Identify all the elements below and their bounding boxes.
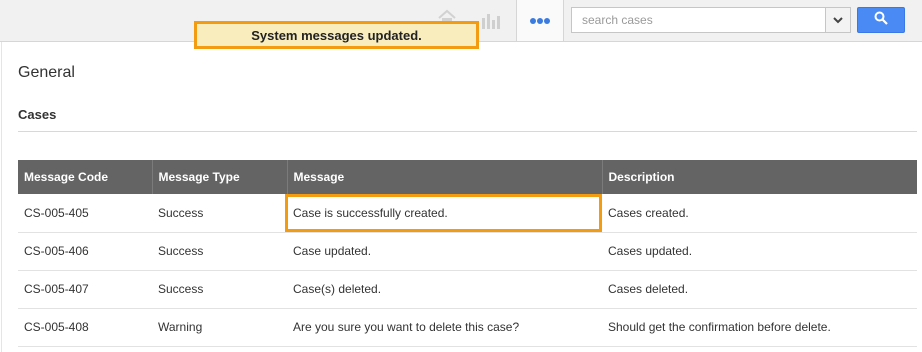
table-row[interactable]: CS-005-408 Warning Are you sure you want… <box>18 308 917 347</box>
status-toast: System messages updated. <box>194 21 479 49</box>
message-code-cell: CS-005-405 <box>18 194 152 233</box>
message-text: Case is successfully created. <box>293 205 448 220</box>
table-row[interactable]: CS-005-406 Success Case updated. Cases u… <box>18 232 917 271</box>
bar-chart-icon[interactable] <box>480 10 502 35</box>
message-type-cell: Success <box>152 194 287 233</box>
description-cell: Cases deleted. <box>602 270 917 309</box>
message-type-cell: Success <box>152 270 287 309</box>
search-dropdown-button[interactable] <box>825 8 850 32</box>
message-code-cell: CS-005-406 <box>18 232 152 271</box>
message-code-cell: CS-005-408 <box>18 308 152 347</box>
section-title: Cases <box>18 107 57 122</box>
more-options-button[interactable] <box>516 0 564 41</box>
table-row[interactable]: CS-005-407 Success Case(s) deleted. Case… <box>18 270 917 309</box>
message-code-cell: CS-005-407 <box>18 270 152 309</box>
description-cell: Should get the confirmation before delet… <box>602 308 917 347</box>
search-icon <box>874 11 888 30</box>
more-dots-icon <box>529 12 551 30</box>
chevron-down-icon <box>833 11 843 29</box>
message-type-cell: Success <box>152 232 287 271</box>
description-cell: Cases updated. <box>602 232 917 271</box>
section-divider <box>18 131 917 132</box>
search-button[interactable] <box>857 7 905 33</box>
message-cell-highlighted[interactable]: Case is successfully created. <box>285 194 602 233</box>
main-content: General Cases Message Code Message Type … <box>1 42 922 352</box>
column-header-description[interactable]: Description <box>602 160 917 194</box>
column-header-message[interactable]: Message <box>287 160 603 194</box>
message-cell: Case(s) deleted. <box>287 270 602 309</box>
description-cell: Cases created. <box>602 194 917 233</box>
column-header-message-code[interactable]: Message Code <box>18 160 153 194</box>
column-header-message-type[interactable]: Message Type <box>152 160 288 194</box>
search-box <box>571 7 851 33</box>
message-cell: Are you sure you want to delete this cas… <box>287 308 602 347</box>
table-header-row: Message Code Message Type Message Descri… <box>18 160 917 194</box>
page-title: General <box>18 64 75 81</box>
messages-table: Message Code Message Type Message Descri… <box>18 160 917 347</box>
message-cell: Case updated. <box>287 232 602 271</box>
table-row[interactable]: CS-005-405 Success Case is successfully … <box>18 194 917 233</box>
toast-text: System messages updated. <box>251 27 422 43</box>
search-input[interactable] <box>572 8 825 32</box>
message-type-cell: Warning <box>152 308 287 347</box>
